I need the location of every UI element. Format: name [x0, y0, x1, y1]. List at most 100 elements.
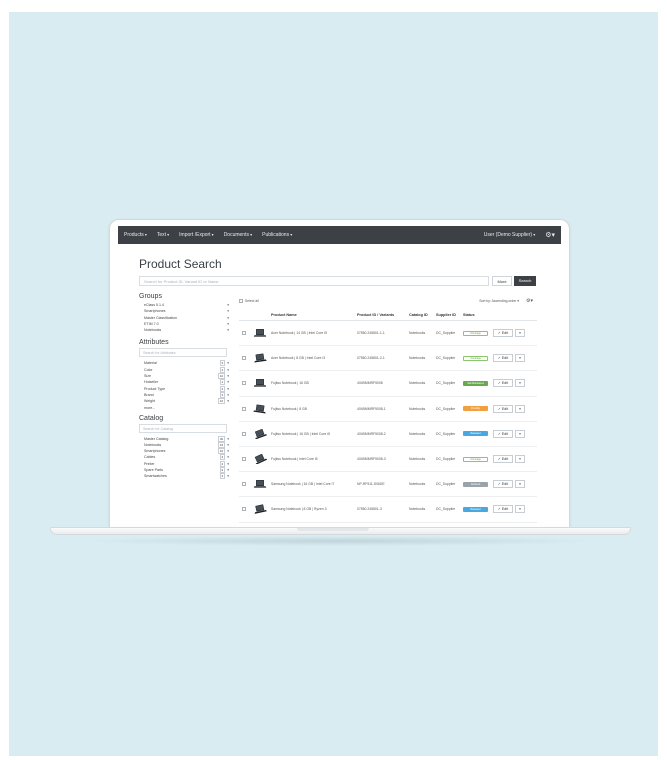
- table-row[interactable]: Fujitsu Notebook | Intel Core i5 4X65MMRF…: [239, 447, 537, 473]
- caret-down-icon[interactable]: ▾: [227, 443, 229, 447]
- edit-label: Edit: [501, 431, 509, 436]
- attributes-more-link[interactable]: more...: [139, 405, 229, 411]
- caret-down-icon[interactable]: ▾: [227, 368, 229, 372]
- col-product-id[interactable]: Product ID / Variants: [357, 313, 409, 317]
- product-id: 07550.245801-2-1: [357, 356, 385, 361]
- row-actions: ✓ Edit ▾: [493, 329, 537, 338]
- chevron-down-icon[interactable]: ▾: [515, 480, 525, 489]
- row-checkbox[interactable]: [242, 331, 246, 336]
- user-menu[interactable]: User (Demo Supplier): [484, 232, 535, 238]
- nav-import-export[interactable]: Import /Export: [179, 232, 214, 238]
- catalog-item[interactable]: Smartwatches 3 ▾: [139, 473, 229, 480]
- nav-documents[interactable]: Documents: [224, 232, 252, 238]
- results-toolbar: Select all Sort by: Ascending order ▾ ⚙▾: [239, 298, 537, 307]
- search-input[interactable]: Search for Product ID, Variant ID or Nam…: [139, 276, 489, 286]
- product-name[interactable]: Fujitsu Notebook | Intel Core i5: [269, 457, 357, 461]
- edit-button[interactable]: ✓ Edit: [493, 329, 513, 338]
- gear-icon[interactable]: ⚙▾: [526, 298, 533, 304]
- table-row[interactable]: Samsung Notebook | 8 GB | Ryzen 3 07550.2…: [239, 497, 537, 523]
- caret-down-icon[interactable]: ▾: [227, 399, 229, 403]
- row-checkbox[interactable]: [242, 431, 246, 436]
- notebook-thumbnail-icon: [253, 379, 267, 388]
- count-badge: 1: [219, 379, 226, 386]
- group-item[interactable]: Notebooks ▾: [139, 327, 229, 333]
- search-button[interactable]: Search: [514, 276, 536, 286]
- table-row[interactable]: Fujitsu Notebook | 16 GB | Intel Core i5…: [239, 422, 537, 447]
- nav-publications[interactable]: Publications: [262, 232, 292, 238]
- chevron-down-icon[interactable]: ▾: [515, 404, 525, 413]
- select-all-checkbox[interactable]: [239, 299, 243, 303]
- col-supplier-id[interactable]: Supplier ID: [436, 313, 463, 317]
- product-name[interactable]: Samsung Notebook | 16 GB | Intel Core i7: [269, 482, 357, 486]
- product-name[interactable]: Fujitsu Notebook | 16 GB: [269, 381, 357, 385]
- caret-down-icon[interactable]: ▾: [227, 474, 229, 478]
- caret-down-icon[interactable]: ▾: [227, 449, 229, 453]
- col-catalog-id[interactable]: Catalog ID: [409, 313, 436, 317]
- status-cell: Inheritage: [463, 456, 493, 462]
- table-row[interactable]: Samsung Notebook | 16 GB | Intel Core i7…: [239, 472, 537, 498]
- nav-text[interactable]: Text: [157, 232, 169, 238]
- chevron-down-icon[interactable]: ▾: [515, 329, 525, 338]
- caret-down-icon[interactable]: ▾: [227, 468, 229, 472]
- caret-down-icon[interactable]: ▾: [227, 387, 229, 391]
- select-all[interactable]: Select all: [239, 299, 259, 303]
- attributes-search-input[interactable]: Search for Attributes: [139, 348, 227, 358]
- product-name[interactable]: Fujitsu Notebook | 16 GB | Intel Core i5: [269, 432, 357, 436]
- caret-down-icon[interactable]: ▾: [227, 455, 229, 459]
- chevron-down-icon[interactable]: ▾: [515, 429, 525, 438]
- laptop-notch: [297, 528, 369, 531]
- caret-down-icon[interactable]: ▾: [227, 380, 229, 384]
- supplier-id: DC_Supplier: [436, 356, 456, 361]
- count-badge: 3: [219, 454, 226, 461]
- product-name[interactable]: Samsung Notebook | 8 GB | Ryzen 3: [269, 507, 357, 511]
- caret-down-icon[interactable]: ▾: [227, 393, 229, 397]
- row-checkbox[interactable]: [242, 356, 246, 361]
- row-checkbox-cell: [239, 406, 251, 411]
- caret-down-icon[interactable]: ▾: [227, 462, 229, 466]
- chevron-down-icon[interactable]: ▾: [515, 379, 525, 388]
- attributes-title: Attributes: [139, 339, 169, 347]
- catalog-id: Notebooks: [409, 406, 426, 411]
- row-checkbox[interactable]: [242, 507, 246, 512]
- status-badge: Self-Maintained: [463, 380, 488, 386]
- status-cell: Pending: [463, 406, 493, 412]
- product-image: [251, 454, 269, 465]
- row-checkbox[interactable]: [242, 381, 246, 386]
- notebook-thumbnail-icon: [253, 480, 267, 488]
- supplier-id: DC_Supplier: [436, 507, 456, 512]
- table-row[interactable]: Acer Notebook | 8 GB | Intel Core i3 0755…: [239, 346, 537, 372]
- row-checkbox[interactable]: [242, 482, 246, 487]
- product-name[interactable]: Acer Notebook | 14 GB | Intel Core i5: [269, 331, 357, 335]
- caret-down-icon[interactable]: ▾: [227, 374, 229, 378]
- edit-button[interactable]: ✓ Edit: [493, 505, 513, 514]
- more-button[interactable]: More: [492, 276, 512, 286]
- chevron-down-icon[interactable]: ▾: [515, 354, 525, 363]
- edit-button[interactable]: ✓ Edit: [493, 455, 513, 464]
- col-status[interactable]: Status: [463, 313, 493, 317]
- edit-button[interactable]: ✓ Edit: [493, 480, 513, 489]
- product-name[interactable]: Fujitsu Notebook | 8 GB: [269, 407, 357, 411]
- sort-dropdown[interactable]: Sort by: Ascending order ▾: [479, 299, 519, 303]
- count-badge: 10: [217, 398, 226, 405]
- row-checkbox[interactable]: [242, 457, 246, 462]
- caret-down-icon[interactable]: ▾: [227, 361, 229, 365]
- edit-button[interactable]: ✓ Edit: [493, 354, 513, 363]
- nav-products[interactable]: Products: [124, 232, 147, 238]
- edit-label: Edit: [501, 356, 509, 361]
- table-row[interactable]: Acer Notebook | 14 GB | Intel Core i5 075…: [239, 321, 537, 347]
- catalog-search-input[interactable]: Search for Catalog: [139, 423, 227, 433]
- table-row[interactable]: Fujitsu Notebook | 16 GB 4X65MMRF5008 Note…: [239, 371, 537, 397]
- gear-icon[interactable]: ⚙▾: [545, 231, 555, 239]
- product-name[interactable]: Acer Notebook | 8 GB | Intel Core i3: [269, 356, 357, 360]
- caret-down-icon[interactable]: ▾: [227, 437, 229, 441]
- table-row[interactable]: Fujitsu Notebook | 8 GB 4X65MMRF5008-1 Not…: [239, 397, 537, 422]
- chevron-down-icon[interactable]: ▾: [515, 505, 525, 514]
- status-badge: Pending: [463, 406, 488, 412]
- supplier-id: DC_Supplier: [436, 431, 456, 436]
- edit-button[interactable]: ✓ Edit: [493, 429, 513, 438]
- row-checkbox[interactable]: [242, 406, 246, 411]
- edit-button[interactable]: ✓ Edit: [493, 404, 513, 413]
- edit-button[interactable]: ✓ Edit: [493, 379, 513, 388]
- col-product-name[interactable]: Product Name: [269, 313, 357, 317]
- chevron-down-icon[interactable]: ▾: [515, 455, 525, 464]
